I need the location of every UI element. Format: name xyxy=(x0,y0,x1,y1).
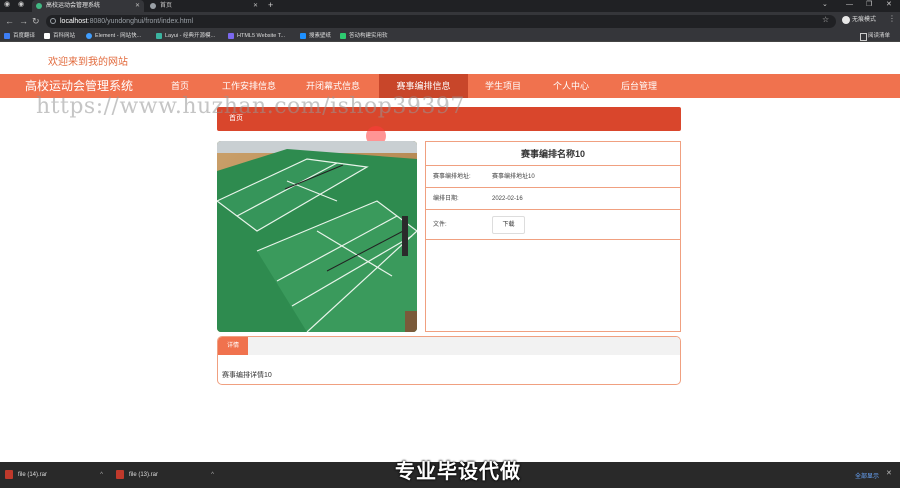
file-label: 文件: xyxy=(433,222,447,228)
detail-content: 赛事编排详情10 xyxy=(222,372,272,379)
bookmark-item[interactable]: Layui - 经典开源模... xyxy=(156,30,215,42)
bookmark-favicon-icon xyxy=(4,33,10,39)
promo-caption: 专业毕设代做 xyxy=(395,461,521,483)
window-close-icon[interactable]: ✕ xyxy=(886,0,892,10)
info-row-address: 赛事编排地址: 赛事编排地址10 xyxy=(426,166,680,188)
detail-header: 详情 xyxy=(218,337,680,355)
browser-toolbar: ← → ↻ localhost:8080/yundonghui/front/in… xyxy=(0,12,900,30)
bookmark-label: 搜素壁纸 xyxy=(309,33,332,39)
tab-label: 高校运动会管理系统 xyxy=(46,3,101,9)
bookmark-star-icon[interactable]: ☆ xyxy=(822,15,829,24)
close-icon[interactable]: ✕ xyxy=(135,0,140,12)
new-tab-button[interactable]: + xyxy=(268,0,273,10)
tab-detail[interactable]: 详情 xyxy=(218,337,248,355)
forward-arrow-icon[interactable]: → xyxy=(19,15,28,27)
vue-favicon-icon xyxy=(36,3,42,9)
nav-admin[interactable]: 后台管理 xyxy=(609,74,669,98)
browser-menu-icon[interactable]: ⋮ xyxy=(888,14,896,23)
incognito-profile[interactable]: 无痕模式 xyxy=(842,15,876,25)
download-filename: file (14).rar xyxy=(18,472,48,478)
tab-list-icon[interactable]: ⌄ xyxy=(822,0,828,10)
bookmark-item[interactable]: 搜素壁纸 xyxy=(300,30,331,42)
watermark-text: https://www.huzhan.com/ishop39397 xyxy=(36,94,465,119)
date-value: 2022-02-16 xyxy=(492,196,523,202)
bookmark-item[interactable]: Element - 网站快... xyxy=(86,30,141,42)
profile-label: 无痕模式 xyxy=(852,17,877,23)
welcome-text: 欢迎来到我的网站 xyxy=(48,57,128,68)
info-row-file: 文件: 下载 xyxy=(426,210,680,240)
incognito-icon xyxy=(842,16,850,24)
download-button[interactable]: 下载 xyxy=(492,216,525,234)
browser-tab-strip: ◉ ◉ 高校运动会管理系统 ✕ 首页 ✕ + ⌄ — ❐ ✕ xyxy=(0,0,900,12)
maximize-icon[interactable]: ❐ xyxy=(866,0,872,10)
bookmark-label: 百度翻译 xyxy=(13,33,36,39)
back-arrow-icon[interactable]: ← xyxy=(5,15,14,27)
event-image xyxy=(217,141,417,332)
close-icon[interactable]: ✕ xyxy=(253,0,258,12)
url-path: :8080/yundonghui/front/index.html xyxy=(87,18,194,25)
bookmark-label: Layui - 经典开源模... xyxy=(165,33,216,39)
bookmark-favicon-icon xyxy=(340,33,346,39)
download-item[interactable]: file (14).rar ^ xyxy=(5,462,103,488)
show-all-downloads-link[interactable]: 全部显示 xyxy=(855,471,879,480)
download-item[interactable]: file (13).rar ^ xyxy=(116,462,214,488)
site-info-icon[interactable] xyxy=(50,18,56,24)
bookmark-item[interactable]: 百科网站 xyxy=(44,30,75,42)
address-value: 赛事编排地址10 xyxy=(492,174,535,180)
bookmark-favicon-icon xyxy=(156,33,162,39)
tab-home[interactable]: 首页 ✕ xyxy=(146,0,262,12)
address-label: 赛事编排地址: xyxy=(433,174,471,180)
tab-group-icon[interactable]: ◉ xyxy=(18,0,24,10)
event-title: 赛事编排名称10 xyxy=(426,142,680,166)
address-bar[interactable]: localhost:8080/yundonghui/front/index.ht… xyxy=(46,15,836,28)
download-filename: file (13).rar xyxy=(129,472,159,478)
bookmark-item[interactable]: HTML5 Website T... xyxy=(228,30,285,42)
event-info-card: 赛事编排名称10 赛事编排地址: 赛事编排地址10 编排日期: 2022-02-… xyxy=(425,141,681,332)
archive-file-icon xyxy=(116,470,124,479)
reading-list-button[interactable]: 阅读清单 xyxy=(860,30,890,42)
tab-label: 首页 xyxy=(160,3,173,9)
nav-student-events[interactable]: 学生项目 xyxy=(473,74,533,98)
bookmark-favicon-icon xyxy=(300,33,306,39)
bookmark-label: 答动构建实用软 xyxy=(349,33,388,39)
bookmark-label: Element - 网站快... xyxy=(95,33,142,39)
bookmark-favicon-icon xyxy=(44,33,50,39)
globe-favicon-icon xyxy=(150,3,156,9)
bookmark-label: HTML5 Website T... xyxy=(237,33,286,39)
bookmarks-bar: 百度翻译 百科网站 Element - 网站快... Layui - 经典开源模… xyxy=(0,30,900,42)
archive-file-icon xyxy=(5,470,13,479)
badminton-court-illustration xyxy=(217,141,417,332)
date-label: 编排日期: xyxy=(433,196,459,202)
reload-icon[interactable]: ↻ xyxy=(32,15,40,27)
bookmark-item[interactable]: 百度翻译 xyxy=(4,30,35,42)
bookmark-item[interactable]: 答动构建实用软 xyxy=(340,30,388,42)
tab-search-icon[interactable]: ◉ xyxy=(4,0,10,10)
info-row-date: 编排日期: 2022-02-16 xyxy=(426,188,680,210)
url-host: localhost xyxy=(60,18,88,25)
tab-admin-system[interactable]: 高校运动会管理系统 ✕ xyxy=(32,0,144,12)
reading-list-label: 阅读清单 xyxy=(868,33,891,39)
bookmark-label: 百科网站 xyxy=(53,33,76,39)
chevron-up-icon[interactable]: ^ xyxy=(211,462,214,488)
chevron-up-icon[interactable]: ^ xyxy=(100,462,103,488)
close-download-bar-icon[interactable]: ✕ xyxy=(886,469,892,477)
bookmark-favicon-icon xyxy=(86,33,92,39)
nav-personal-center[interactable]: 个人中心 xyxy=(541,74,601,98)
detail-panel: 详情 xyxy=(217,336,681,385)
web-page: 欢迎来到我的网站 高校运动会管理系统 首页 工作安排信息 开闭幕式信息 赛事编排… xyxy=(0,42,900,462)
bookmark-favicon-icon xyxy=(228,33,234,39)
minimize-icon[interactable]: — xyxy=(846,0,853,10)
